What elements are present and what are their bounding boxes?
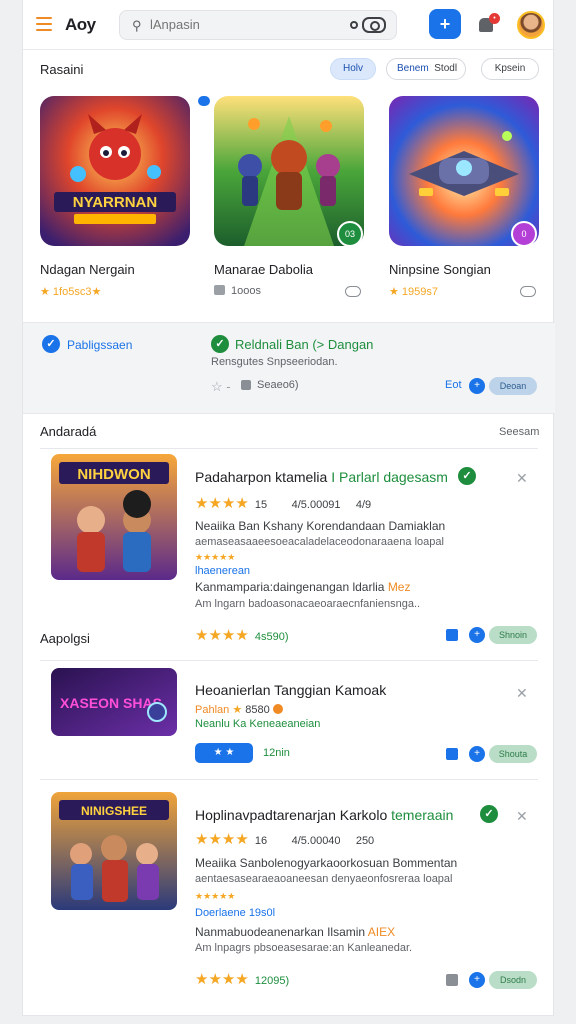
item-3-folder-icon[interactable] [446, 974, 458, 986]
item-2-image[interactable]: XASEON SHAS [51, 668, 177, 736]
item-3-line-3: Nanmabuodeanenarkan Ilsamin AIEX [195, 925, 396, 939]
menu-icon[interactable] [36, 17, 52, 31]
item-1-image[interactable]: NIHDWON [51, 454, 177, 580]
tile-2-more-icon[interactable] [345, 286, 361, 297]
item-1-title[interactable]: Padaharpon ktamelia I Parlarl dagesasm [195, 469, 448, 485]
item-2-close-icon[interactable]: ✕ [516, 685, 528, 702]
see-all-link[interactable]: Seesam [499, 426, 539, 438]
item-2-count: 12nin [263, 747, 290, 759]
item-3-line-4: Am lnpagrs pbsoeasesarae:an Kanleanedar. [195, 942, 413, 954]
verified-icon: ✓ [211, 335, 229, 353]
info-panel: ✓ Pabligssaen ✓ Reldnali Ban (> Dangan R… [23, 322, 555, 414]
chip-kpsein[interactable]: Kpsein [481, 58, 539, 80]
chip-benem[interactable]: Benem Stodl [386, 58, 466, 80]
check-icon: ✓ [42, 335, 60, 353]
item-2-warning-icon [272, 704, 283, 714]
item-3-art: NINIGSHEE [51, 792, 177, 910]
tile-3-rating: ★ 1959s7 [389, 286, 439, 298]
divider [40, 660, 538, 661]
panel-meta: Seaeo6) [257, 379, 299, 391]
divider [40, 779, 538, 780]
item-1-line-4: Am lngarn badoasonacaeoaraecnfaniensnga.… [195, 598, 421, 610]
search-icon: ⚲ [132, 18, 142, 33]
star-outline-icon: ☆ - [211, 379, 231, 394]
item-1-blue-line[interactable]: lhaenerean [195, 565, 250, 577]
tile-1-name[interactable]: Ndagan Nergain [40, 262, 135, 277]
item-3-bottom-rating: ★★★★ 12095) [195, 971, 290, 988]
item-3-art-text: NINIGSHEE [81, 804, 147, 818]
item-1-bottom-rating: ★★★★ 4s590) [195, 627, 289, 644]
panel-button[interactable]: Deoan [489, 377, 537, 395]
item-3-button[interactable]: Dsodn [489, 971, 537, 989]
featured-title: Rasaini [40, 62, 84, 77]
tile-2-name[interactable]: Manarae Dabolia [214, 262, 313, 277]
item-1-folder-icon[interactable] [446, 629, 458, 641]
item-3-blue-line[interactable]: Doerlaene 19s0l [195, 907, 275, 919]
file-icon [241, 380, 251, 390]
avatar[interactable] [517, 11, 545, 39]
tile-3-more-icon[interactable] [520, 286, 536, 297]
tile-2-badge: 03 [337, 221, 363, 247]
item-1-rating: ★★★★ 15 4/5.00091 4/9 [195, 495, 372, 512]
game-art-1-text: NYARRNAN [73, 194, 157, 211]
item-3-title[interactable]: Hoplinavpadtarenarjan Karkolo temeraain [195, 807, 453, 823]
brand-logo[interactable]: Aoy [65, 15, 96, 35]
item-1-verified-icon: ✓ [458, 467, 476, 485]
item-1-line-1: Neaiika Ban Kshany Korendandaan Damiakla… [195, 519, 446, 533]
tile-1-rating: ★ 1fo5sc3★ [40, 286, 102, 298]
panel-sub-text: Rensgutes Snpseeriodan. [211, 356, 338, 368]
item-2-title[interactable]: Heoanierlan Tanggian Kamoak [195, 682, 386, 698]
voice-icon[interactable] [350, 21, 358, 29]
panel-right-label[interactable]: Reldnali Ban (> Dangan [235, 337, 373, 352]
game-art-1: NYARRNAN [40, 96, 190, 246]
tile-3-name[interactable]: Ninpsine Songian [389, 262, 491, 277]
item-3-small-stars: ★★★★★ [195, 891, 236, 901]
section2-title: Aapolgsi [40, 631, 90, 646]
panel-link[interactable]: Eot [445, 379, 462, 391]
item-1-add-icon[interactable]: + [469, 627, 485, 643]
panel-left-label[interactable]: Pabligssaen [67, 338, 132, 352]
item-3-image[interactable]: NINIGSHEE [51, 792, 177, 910]
notification-badge: • [489, 13, 500, 24]
list-title: Andaradá [40, 424, 97, 439]
tile-indicator [198, 96, 210, 106]
item-1-line-3: Kanmamparia:daingenangan ldarlia Mez [195, 580, 411, 594]
game-tile-1[interactable]: NYARRNAN [40, 96, 190, 246]
search-input[interactable] [150, 17, 340, 32]
item-1-art-text: NIHDWON [77, 466, 150, 483]
item-2-pill[interactable]: ★ ★ [195, 743, 253, 763]
item-2-meta: Pahlan ★ 8580 [195, 703, 283, 716]
item-1-small-stars: ★★★★★ [195, 552, 236, 562]
share-icon[interactable]: + [469, 378, 485, 394]
item-1-line-2: aemaseasaaeesoeacaladelaceodonaraaena lo… [195, 536, 444, 548]
item-2-art: XASEON SHAS [51, 668, 177, 736]
box-icon [214, 285, 225, 295]
item-3-add-icon[interactable]: + [469, 972, 485, 988]
camera-icon[interactable] [362, 17, 386, 33]
item-3-line-1: Meaiika Sanbolenogyarkaoorkosuan Bomment… [195, 856, 458, 870]
item-3-line-2: aentaesasearaeaoaneesan denyaeonfosreraa… [195, 873, 453, 885]
item-1-close-icon[interactable]: ✕ [516, 470, 528, 487]
tile-3-badge: 0 [511, 221, 537, 247]
app-window: Aoy ⚲ + • Rasaini Holv Benem Stodl Kpsei… [22, 0, 555, 1016]
item-1-button[interactable]: Shnoin [489, 626, 537, 644]
divider [40, 448, 538, 449]
item-1-art: NIHDWON [51, 454, 177, 580]
item-2-blue-line[interactable]: Neanlu Ka Keneaeaneian [195, 718, 320, 730]
tile-2-meta: 1ooos [214, 285, 261, 297]
chip-holv[interactable]: Holv [330, 58, 376, 80]
top-bar: Aoy ⚲ + • [23, 0, 555, 50]
item-2-button[interactable]: Shouta [489, 745, 537, 763]
item-2-folder-icon[interactable] [446, 748, 458, 760]
item-3-rating: ★★★★ 16 4/5.00040 250 [195, 831, 375, 848]
item-3-close-icon[interactable]: ✕ [516, 808, 528, 825]
add-button[interactable]: + [429, 9, 461, 39]
item-2-add-icon[interactable]: + [469, 746, 485, 762]
search-bar[interactable]: ⚲ [119, 10, 397, 40]
item-3-verified-icon: ✓ [480, 805, 498, 823]
item-2-art-text: XASEON SHAS [60, 695, 162, 711]
